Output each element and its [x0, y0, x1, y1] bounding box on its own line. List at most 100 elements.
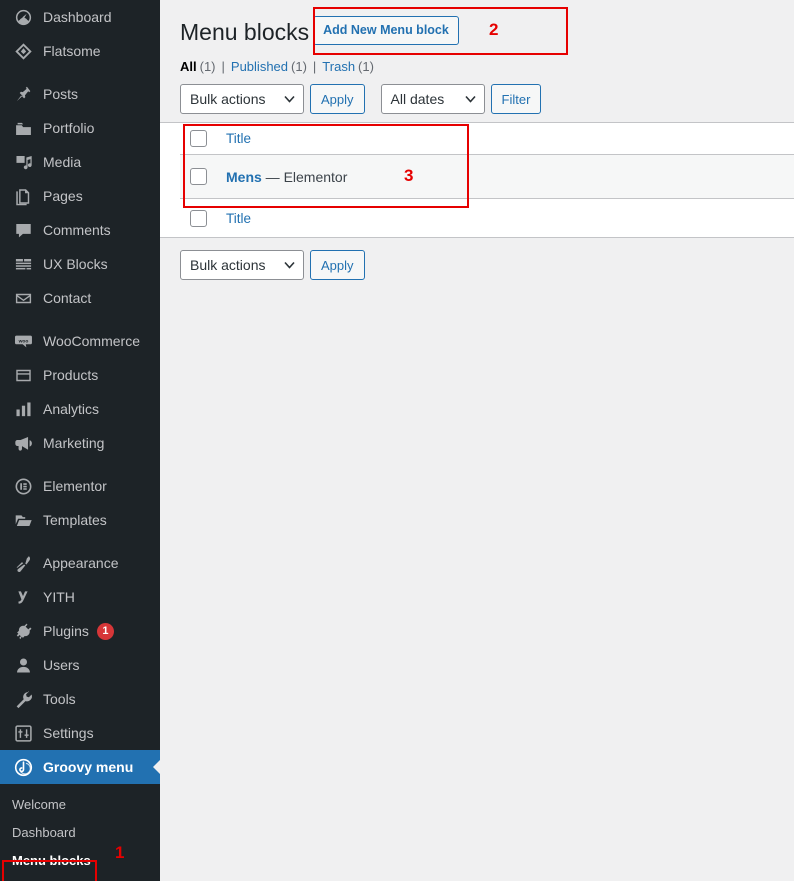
sidebar-item-label: Appearance	[43, 555, 119, 571]
pin-icon	[12, 84, 34, 104]
sidebar-item-settings[interactable]: Settings	[0, 716, 160, 750]
apply-button-top[interactable]: Apply	[310, 84, 365, 114]
menu-blocks-table: Title Mens — Elementor Title	[160, 122, 794, 238]
sidebar-item-yith[interactable]: YITH	[0, 580, 160, 614]
filter-count-trash: (1)	[358, 59, 374, 74]
filter-separator-2: |	[312, 59, 317, 74]
annotation-number-2: 2	[489, 20, 499, 39]
sidebar-item-marketing[interactable]: Marketing	[0, 426, 160, 460]
chevron-down-icon	[464, 95, 476, 103]
sidebar-item-elementor[interactable]: Elementor	[0, 469, 160, 503]
sidebar-subitem-welcome[interactable]: Welcome	[0, 790, 160, 818]
select-all-top-checkbox[interactable]	[190, 130, 207, 147]
add-new-menu-block-button[interactable]: Add New Menu block	[313, 15, 459, 45]
sidebar-item-woocommerce[interactable]: woo WooCommerce	[0, 324, 160, 358]
sidebar-item-ux-blocks[interactable]: UX Blocks	[0, 247, 160, 281]
select-all-bottom-checkbox[interactable]	[190, 209, 207, 227]
sidebar-item-label: Contact	[43, 290, 92, 306]
sidebar-item-analytics[interactable]: Analytics	[0, 392, 160, 426]
sidebar-item-portfolio[interactable]: Portfolio	[0, 111, 160, 145]
sidebar-subitem-label: Welcome	[12, 796, 66, 812]
sliders-icon	[12, 723, 34, 743]
row-title-suffix: — Elementor	[261, 168, 348, 185]
tablenav-top: Bulk actions Apply All dates Filter	[180, 84, 794, 114]
filter-count-all: (1)	[199, 59, 216, 74]
filter-link-published[interactable]: Published	[231, 59, 288, 74]
sidebar-item-label: Plugins	[43, 623, 89, 639]
row-0-checkbox-cell	[190, 168, 220, 185]
select-all-top-checkbox-cell	[190, 130, 220, 147]
table-footer-row: Title	[180, 199, 794, 237]
row-title-cell: Mens — Elementor	[220, 169, 347, 185]
sidebar-item-label: Groovy menu	[43, 759, 134, 775]
sidebar-item-users[interactable]: Users	[0, 648, 160, 682]
sidebar-subitem-menu-blocks[interactable]: Menu blocks	[0, 846, 160, 874]
sidebar-item-dashboard[interactable]: Dashboard	[0, 0, 160, 34]
annotation-number-3: 3	[404, 166, 414, 185]
sidebar-item-label: Posts	[43, 86, 79, 102]
column-footer-title[interactable]: Title	[220, 211, 251, 226]
sidebar-item-label: Media	[43, 154, 82, 170]
sidebar-item-label: Comments	[43, 222, 111, 238]
sidebar-item-label: Portfolio	[43, 120, 95, 136]
wordpress-admin-screen: Dashboard Flatsome Posts Portfolio Media Page…	[0, 0, 794, 881]
page-header: Menu blocks Add New Menu block	[180, 10, 794, 50]
sidebar-item-label: Products	[43, 367, 99, 383]
sidebar-item-appearance[interactable]: Appearance	[0, 546, 160, 580]
groovy-menu-submenu: Welcome Dashboard Menu blocks	[0, 784, 160, 874]
sidebar-item-media[interactable]: Media	[0, 145, 160, 179]
row-title-link[interactable]: Mens	[226, 169, 262, 185]
table-row: Mens — Elementor	[180, 155, 794, 199]
sidebar-item-posts[interactable]: Posts	[0, 77, 160, 111]
sidebar-item-templates[interactable]: Templates	[0, 503, 160, 537]
analytics-icon	[12, 399, 34, 419]
portfolio-icon	[12, 118, 34, 138]
main-content: Menu blocks Add New Menu block All (1) |…	[160, 0, 794, 881]
products-icon	[12, 365, 34, 385]
filter-button[interactable]: Filter	[490, 84, 542, 114]
sidebar-separator	[0, 460, 160, 469]
table-header-row: Title	[180, 123, 794, 155]
view-filter-links: All (1) | Published (1) | Trash (1)	[180, 59, 794, 74]
filter-link-trash[interactable]: Trash	[322, 59, 355, 74]
sidebar-item-label: Flatsome	[43, 43, 101, 59]
flatsome-icon	[12, 41, 34, 61]
bulk-actions-select-bottom[interactable]: Bulk actions	[180, 250, 304, 280]
sidebar-item-label: Settings	[43, 725, 94, 741]
sidebar-item-products[interactable]: Products	[0, 358, 160, 392]
sidebar-subitem-dashboard[interactable]: Dashboard	[0, 818, 160, 846]
sidebar-item-label: Elementor	[43, 478, 107, 494]
sidebar-item-groovy-menu[interactable]: Groovy menu	[0, 750, 160, 784]
sidebar-item-tools[interactable]: Tools	[0, 682, 160, 716]
sidebar-item-label: Marketing	[43, 435, 105, 451]
comment-icon	[12, 220, 34, 240]
sidebar-item-label: Users	[43, 657, 80, 673]
sidebar-item-plugins[interactable]: Plugins 1	[0, 614, 160, 648]
sidebar-item-comments[interactable]: Comments	[0, 213, 160, 247]
sidebar-separator	[0, 315, 160, 324]
annotation-number-1: 1	[115, 843, 125, 862]
dashboard-icon	[12, 7, 34, 27]
bulk-actions-select-bottom-value: Bulk actions	[190, 257, 266, 273]
svg-text:woo: woo	[17, 339, 28, 344]
sidebar-item-contact[interactable]: Contact	[0, 281, 160, 315]
megaphone-icon	[12, 433, 34, 453]
sidebar-separator	[0, 68, 160, 77]
plug-icon	[12, 621, 34, 641]
apply-button-bottom[interactable]: Apply	[310, 250, 365, 280]
menu-blocks-table-body: Title Mens — Elementor Title	[180, 123, 794, 237]
row-0-checkbox[interactable]	[190, 168, 207, 185]
ux-blocks-icon	[12, 254, 34, 274]
filter-link-all[interactable]: All	[180, 59, 197, 74]
bulk-actions-select-top[interactable]: Bulk actions	[180, 84, 304, 114]
chevron-down-icon	[284, 261, 295, 269]
chevron-down-icon	[284, 95, 295, 103]
select-all-bottom-checkbox-cell	[190, 209, 220, 227]
sidebar-item-pages[interactable]: Pages	[0, 179, 160, 213]
sidebar-item-flatsome[interactable]: Flatsome	[0, 34, 160, 68]
bulk-actions-select-top-value: Bulk actions	[190, 91, 266, 107]
sidebar-subitem-label: Menu blocks	[12, 852, 91, 868]
date-filter-select[interactable]: All dates	[380, 84, 485, 114]
user-icon	[12, 655, 34, 675]
column-header-title[interactable]: Title	[220, 131, 251, 146]
